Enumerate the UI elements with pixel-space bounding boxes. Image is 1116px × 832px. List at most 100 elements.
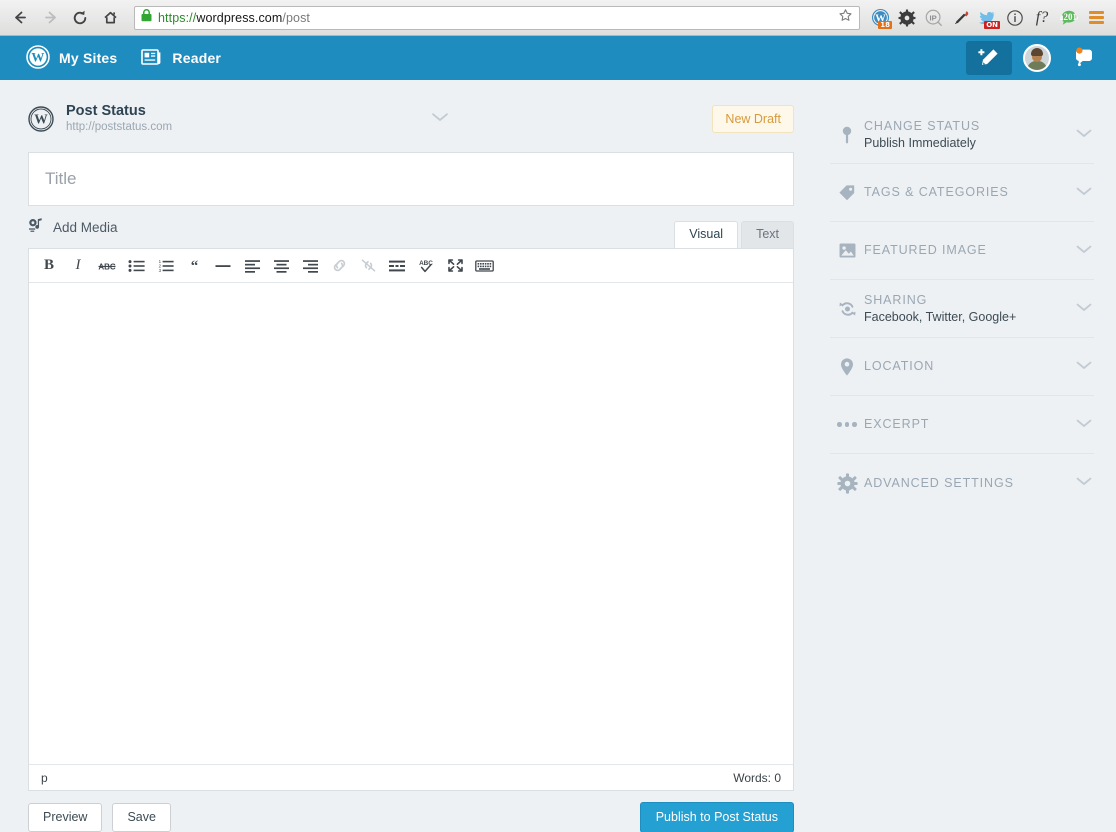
avatar[interactable] xyxy=(1014,36,1060,80)
page-body: W Post Status http://poststatus.com New … xyxy=(0,80,1116,832)
font-finder-extension-icon[interactable]: f? xyxy=(1030,4,1054,32)
sidebar-item-excerpt[interactable]: EXCERPT xyxy=(830,396,1094,454)
editor-shell: B I ABC 123 “ ABC p Words: 0 xyxy=(28,248,794,791)
svg-text:W: W xyxy=(31,49,44,64)
font-finder-label: f? xyxy=(1035,8,1049,26)
sidebar-item-sharing[interactable]: SHARING Facebook, Twitter, Google+ xyxy=(830,280,1094,338)
word-count: Words: 0 xyxy=(733,770,781,785)
eyedropper-extension-icon[interactable] xyxy=(949,4,973,32)
adminbar-my-sites[interactable]: W My Sites xyxy=(14,36,129,80)
post-settings-sidebar: CHANGE STATUS Publish Immediately TAGS &… xyxy=(822,80,1116,832)
site-switcher-chevron-down-icon[interactable] xyxy=(430,110,450,128)
tags-categories-text: TAGS & CATEGORIES xyxy=(864,184,1009,201)
reload-icon[interactable] xyxy=(66,4,94,32)
sharing-chevron-down-icon[interactable] xyxy=(1074,300,1094,318)
pin-status-icon xyxy=(830,125,864,145)
advanced-settings-text: ADVANCED SETTINGS xyxy=(864,475,1014,492)
post-editor-column: W Post Status http://poststatus.com New … xyxy=(0,80,822,832)
media-and-tabs-row: Add Media Visual Text xyxy=(28,206,794,248)
publish-button[interactable]: Publish to Post Status xyxy=(639,801,794,832)
location-text: LOCATION xyxy=(864,358,934,375)
address-bar[interactable]: https://wordpress.com/post xyxy=(134,5,860,30)
align-left-button[interactable] xyxy=(238,252,266,280)
featured-image-icon xyxy=(830,241,864,260)
bulleted-list-button[interactable] xyxy=(122,252,150,280)
italic-button[interactable]: I xyxy=(64,252,92,280)
chrome-menu-icon[interactable] xyxy=(1084,4,1108,32)
svg-text:“: “ xyxy=(190,259,198,273)
excerpt-text: EXCERPT xyxy=(864,416,929,433)
home-icon[interactable] xyxy=(96,4,124,32)
sharing-text: SHARING Facebook, Twitter, Google+ xyxy=(864,292,1016,326)
gear-extension-icon[interactable] xyxy=(895,4,919,32)
browser-nav-buttons xyxy=(6,4,124,32)
advanced-settings-chevron-down-icon[interactable] xyxy=(1074,474,1094,492)
bold-button[interactable]: B xyxy=(35,252,63,280)
strikethrough-button[interactable]: ABC xyxy=(93,252,121,280)
svg-text:ABC: ABC xyxy=(419,260,433,267)
site-header[interactable]: W Post Status http://poststatus.com New … xyxy=(28,94,794,144)
location-chevron-down-icon[interactable] xyxy=(1074,358,1094,376)
tab-text[interactable]: Text xyxy=(741,221,794,248)
sidebar-item-tags-categories[interactable]: TAGS & CATEGORIES xyxy=(830,164,1094,222)
add-media-label: Add Media xyxy=(53,219,118,235)
featured-image-text: FEATURED IMAGE xyxy=(864,242,987,259)
hamburger-lines xyxy=(1088,11,1104,24)
star-bookmark-icon[interactable] xyxy=(838,8,853,28)
wordpress-site-logo-icon: W xyxy=(28,106,54,132)
change-status-chevron-down-icon[interactable] xyxy=(1074,126,1094,144)
browser-extensions: W 18 IP ON f? \u201d xyxy=(868,4,1110,32)
back-arrow-icon[interactable] xyxy=(6,4,34,32)
sidebar-item-change-status[interactable]: CHANGE STATUS Publish Immediately xyxy=(830,106,1094,164)
featured-image-title: FEATURED IMAGE xyxy=(864,243,987,257)
ellipsis-icon xyxy=(830,422,864,427)
url-path: /post xyxy=(282,10,310,25)
sidebar-item-advanced-settings[interactable]: ADVANCED SETTINGS xyxy=(830,454,1094,512)
forward-arrow-icon[interactable] xyxy=(36,4,64,32)
location-pin-icon xyxy=(830,357,864,377)
site-url: http://poststatus.com xyxy=(66,121,173,133)
bird-extension-icon[interactable]: ON xyxy=(976,4,1000,32)
excerpt-chevron-down-icon[interactable] xyxy=(1074,416,1094,434)
toolbar-toggle-button[interactable] xyxy=(470,252,498,280)
wordpress-extension-badge: 18 xyxy=(878,20,892,29)
save-button[interactable]: Save xyxy=(112,802,171,832)
quote-bubble-extension-icon[interactable]: \u201d xyxy=(1057,4,1081,32)
align-center-button[interactable] xyxy=(267,252,295,280)
post-content-area[interactable] xyxy=(29,283,793,764)
insert-link-button[interactable] xyxy=(325,252,353,280)
sharing-value: Facebook, Twitter, Google+ xyxy=(864,309,1017,324)
sidebar-item-featured-image[interactable]: FEATURED IMAGE xyxy=(830,222,1094,280)
post-title-field[interactable]: Title xyxy=(28,152,794,206)
browser-toolbar: https://wordpress.com/post W 18 IP ON f? xyxy=(0,0,1116,36)
svg-text:3: 3 xyxy=(158,267,161,272)
ip-lookup-extension-icon[interactable]: IP xyxy=(922,4,946,32)
sharing-title: SHARING xyxy=(864,292,928,307)
featured-image-chevron-down-icon[interactable] xyxy=(1074,242,1094,260)
bird-extension-badge: ON xyxy=(984,20,1000,29)
blockquote-button[interactable]: “ xyxy=(180,252,208,280)
numbered-list-button[interactable]: 123 xyxy=(151,252,179,280)
notifications-bell-icon[interactable] xyxy=(1062,36,1106,80)
tab-visual[interactable]: Visual xyxy=(674,221,739,248)
preview-button[interactable]: Preview xyxy=(28,802,103,832)
page-title: Post Status xyxy=(66,103,146,119)
wordpress-extension-icon[interactable]: W 18 xyxy=(868,4,892,32)
status-badge: New Draft xyxy=(712,105,794,133)
info-circle-extension-icon[interactable] xyxy=(1003,4,1027,32)
new-post-pencil-icon[interactable] xyxy=(966,41,1012,75)
excerpt-title: EXCERPT xyxy=(864,417,930,431)
add-media-button[interactable]: Add Media xyxy=(28,217,118,237)
horizontal-rule-button[interactable] xyxy=(209,252,237,280)
svg-text:ABC: ABC xyxy=(98,262,116,271)
post-action-bar: Preview Save Publish to Post Status xyxy=(28,801,794,832)
unlink-button[interactable] xyxy=(354,252,382,280)
url-scheme: https:// xyxy=(158,10,197,25)
spellcheck-button[interactable]: ABC xyxy=(412,252,440,280)
align-right-button[interactable] xyxy=(296,252,324,280)
sidebar-item-location[interactable]: LOCATION xyxy=(830,338,1094,396)
distraction-free-button[interactable] xyxy=(441,252,469,280)
tags-categories-chevron-down-icon[interactable] xyxy=(1074,184,1094,202)
adminbar-reader[interactable]: Reader xyxy=(129,36,233,80)
insert-read-more-button[interactable] xyxy=(383,252,411,280)
